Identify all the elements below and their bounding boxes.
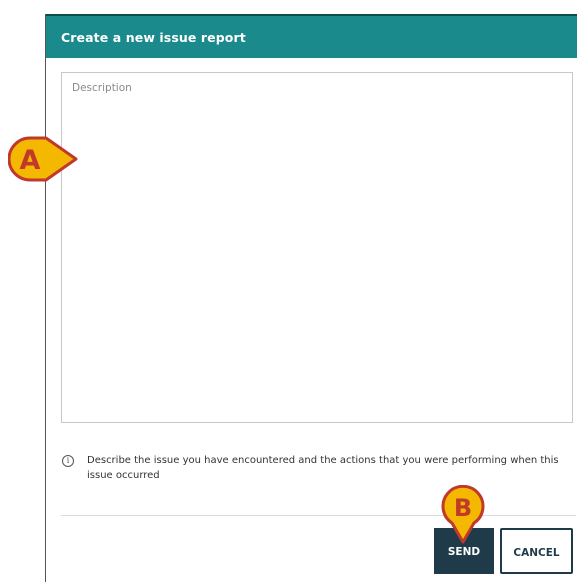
description-textarea[interactable] <box>61 72 573 423</box>
issue-report-dialog: Create a new issue report i Describe the… <box>45 14 577 582</box>
callout-b-marker: B <box>441 485 485 544</box>
hint-text: Describe the issue you have encountered … <box>87 455 559 481</box>
info-icon: i <box>62 455 74 467</box>
footer-divider <box>61 515 576 516</box>
dialog-header: Create a new issue report <box>46 14 577 58</box>
callout-a-label: A <box>20 145 41 176</box>
cancel-button[interactable]: CANCEL <box>500 528 573 574</box>
callout-b-label: B <box>454 494 472 522</box>
callout-a-marker: A <box>8 136 78 182</box>
dialog-title: Create a new issue report <box>61 30 246 45</box>
